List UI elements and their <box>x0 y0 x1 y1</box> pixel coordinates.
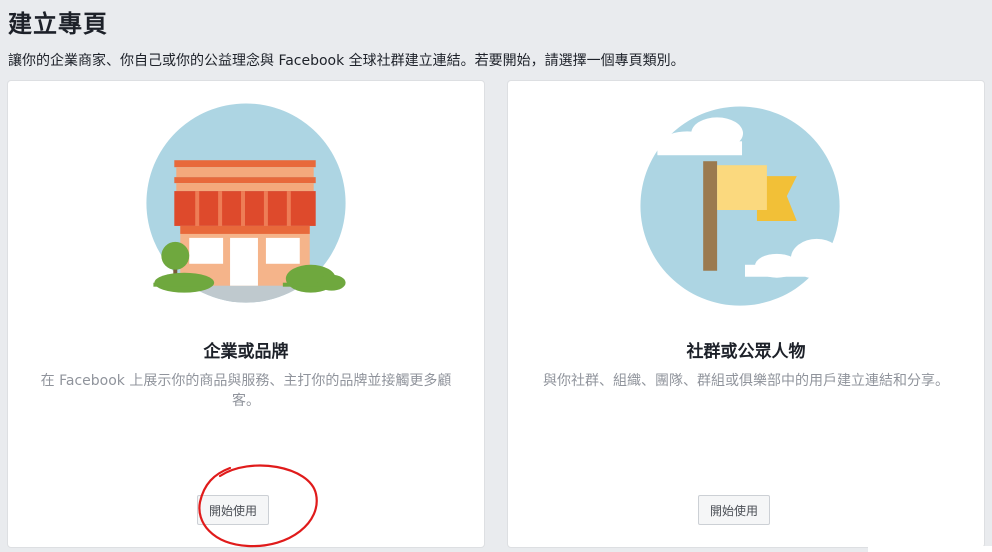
create-page-screen: 建立專頁 讓你的企業商家、你自己或你的公益理念與 Facebook 全球社群建立… <box>0 0 992 552</box>
bottom-edge-strip <box>868 546 992 552</box>
community-public-figure-card[interactable]: 社群或公眾人物 與你社群、組織、團隊、群組或俱樂部中的用戶建立連結和分享。 開始… <box>507 80 985 548</box>
community-card-description: 與你社群、組織、團隊、群組或俱樂部中的用戶建立連結和分享。 <box>543 373 949 389</box>
flag-illustration <box>640 106 851 306</box>
community-get-started-button[interactable]: 開始使用 <box>698 495 770 525</box>
page-title: 建立專頁 <box>8 10 108 38</box>
business-brand-card[interactable]: 企業或品牌 在 Facebook 上展示你的商品與服務、主打你的品牌並接觸更多顧… <box>7 80 485 548</box>
page-subtitle: 讓你的企業商家、你自己或你的公益理念與 Facebook 全球社群建立連結。若要… <box>8 53 685 69</box>
storefront-illustration <box>146 103 346 303</box>
community-card-title: 社群或公眾人物 <box>686 342 806 362</box>
business-card-title: 企業或品牌 <box>203 342 289 362</box>
business-card-description: 在 Facebook 上展示你的商品與服務、主打你的品牌並接觸更多顧客。 <box>40 373 452 409</box>
business-get-started-button[interactable]: 開始使用 <box>197 495 269 525</box>
